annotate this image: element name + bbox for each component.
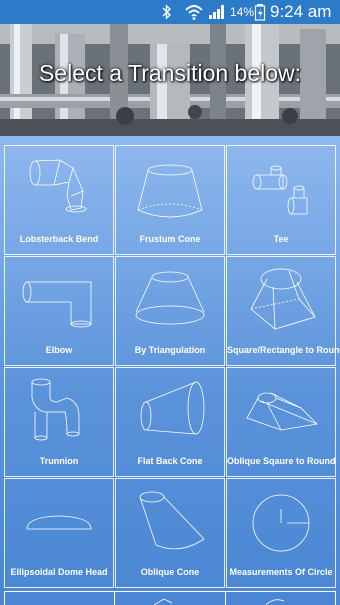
transition-tile[interactable]: By Triangulation xyxy=(115,256,225,366)
transition-grid: Lobsterback Bend Frustum Cone Tee Elbow … xyxy=(4,145,340,588)
page-title: Select a Transition below: xyxy=(38,60,302,86)
transition-label: Elbow xyxy=(45,345,73,355)
transition-label: Measurements Of Circle xyxy=(229,567,333,577)
transition-tile[interactable]: Flat Back Cone xyxy=(115,367,225,477)
tee-icon xyxy=(252,165,308,215)
elbow-icon xyxy=(22,281,92,328)
transition-label: Oblique Sqaure to Round xyxy=(227,456,336,466)
transition-label: Tee xyxy=(273,234,289,244)
transition-tile[interactable]: Square/Rectangle to Round xyxy=(226,256,340,366)
transition-label: Lobsterback Bend xyxy=(19,234,99,244)
transition-label: Ellipsoidal Dome Head xyxy=(10,567,108,577)
square-to-round-icon xyxy=(250,268,316,330)
transition-tile[interactable]: Lobsterback Bend xyxy=(4,145,114,255)
battery-charging-icon xyxy=(254,0,266,24)
bluetooth-icon xyxy=(160,0,174,24)
circle-measurements-icon xyxy=(252,494,310,552)
header-banner: Select a Transition below: xyxy=(0,24,340,136)
frustum-cone-icon xyxy=(137,164,203,218)
transition-tile[interactable]: Trunnion xyxy=(4,367,114,477)
transition-tile[interactable]: Frustum Cone xyxy=(115,145,225,255)
transition-tile[interactable]: Measurements Of Circle xyxy=(226,478,336,588)
trunnion-icon xyxy=(31,378,80,441)
transition-tile[interactable]: Oblique Sqaure to Round xyxy=(226,367,336,477)
wifi-icon xyxy=(184,0,204,24)
transition-label: Flat Back Cone xyxy=(137,456,203,466)
signal-icon xyxy=(208,0,226,24)
transition-grid-area: Lobsterback Bend Frustum Cone Tee Elbow … xyxy=(0,136,340,605)
lobsterback-bend-icon xyxy=(29,159,87,213)
transition-label: By Triangulation xyxy=(134,345,206,355)
oblique-cone-icon xyxy=(139,491,205,550)
transition-tile[interactable]: Oblique Cone xyxy=(115,478,225,588)
ellipsoidal-dome-head-icon xyxy=(26,515,92,530)
oblique-square-to-round-icon xyxy=(246,392,318,431)
next-row-partial xyxy=(4,591,336,605)
transition-label: Trunnion xyxy=(39,456,79,466)
transition-tile[interactable]: Ellipsoidal Dome Head xyxy=(4,478,114,588)
battery-percent: 14% xyxy=(230,5,255,19)
transition-label: Square/Rectangle to Round xyxy=(227,345,340,355)
transition-label: Oblique Cone xyxy=(140,567,200,577)
transition-label: Frustum Cone xyxy=(139,234,201,244)
transition-tile[interactable]: Tee xyxy=(226,145,336,255)
transition-tile[interactable]: Elbow xyxy=(4,256,114,366)
triangulation-icon xyxy=(135,271,205,325)
flat-back-cone-icon xyxy=(140,381,205,435)
status-bar: 14% 9:24 am xyxy=(0,0,340,24)
clock: 9:24 am xyxy=(270,2,332,21)
